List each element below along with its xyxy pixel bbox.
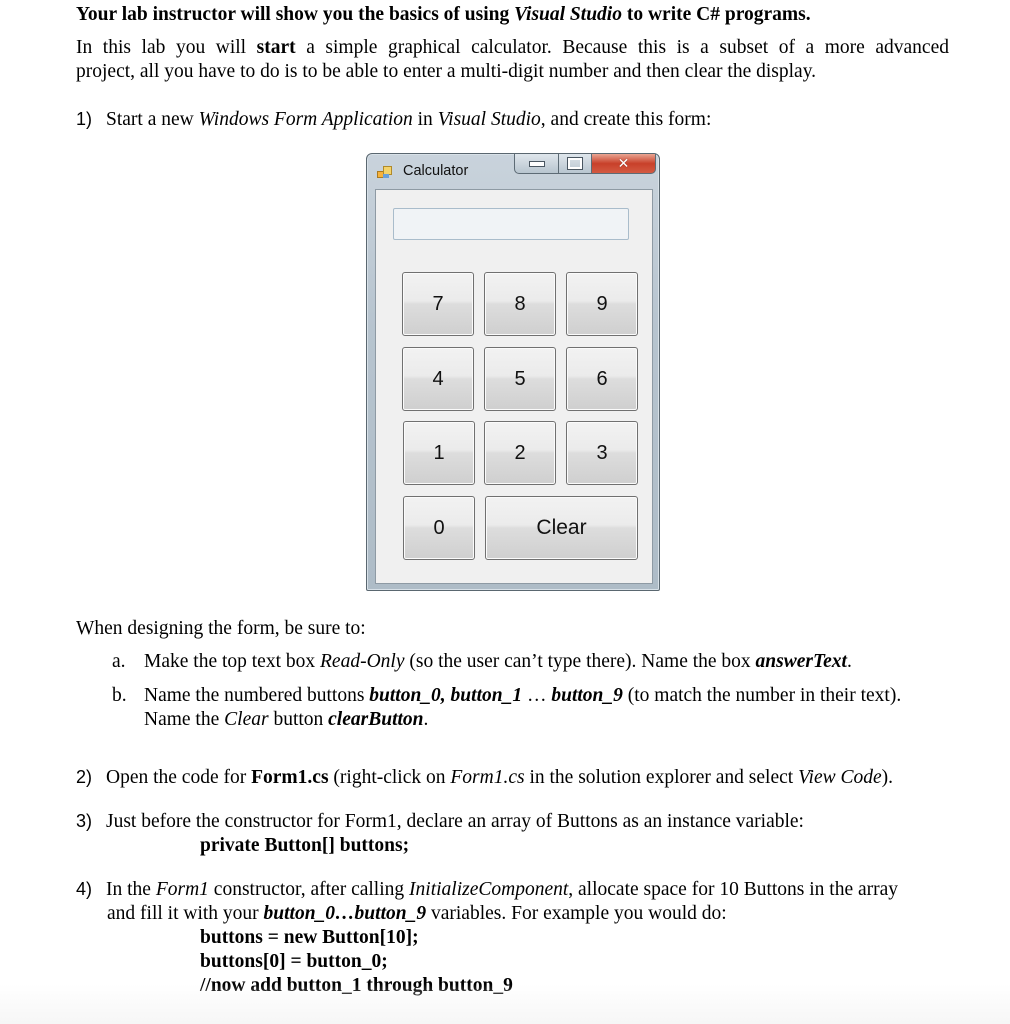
button-9[interactable]: 9 — [566, 272, 638, 336]
close-icon: ✕ — [617, 155, 630, 172]
step-1: 1) Start a new Windows Form Application i… — [76, 109, 712, 130]
page-bottom-shadow — [0, 984, 1010, 1024]
clear-button[interactable]: Clear — [485, 496, 638, 560]
maximize-button[interactable] — [559, 154, 592, 174]
instruction-b: b. Name the numbered buttons button_0, bu… — [112, 685, 902, 706]
instruction-b-line2: Name the Clear button clearButton. — [144, 709, 429, 730]
button-0[interactable]: 0 — [403, 496, 475, 560]
close-button[interactable]: ✕ — [592, 154, 656, 174]
designing-instructions: When designing the form, be sure to: — [76, 618, 366, 639]
instruction-a: a. Make the top text box Read-Only (so th… — [112, 651, 852, 672]
maximize-icon — [567, 157, 583, 170]
code-line: buttons = new Button[10]; — [200, 927, 419, 948]
button-5[interactable]: 5 — [484, 347, 556, 411]
button-6[interactable]: 6 — [566, 347, 638, 411]
step-3: 3) Just before the constructor for Form1,… — [76, 811, 804, 832]
window-title: Calculator — [403, 163, 469, 179]
form-client-area: 7 8 9 4 5 6 1 2 3 0 Clear — [375, 189, 653, 584]
intro-paragraph: In this lab you will start a simple grap… — [76, 37, 949, 82]
code-line: buttons[0] = button_0; — [200, 951, 388, 972]
button-1[interactable]: 1 — [403, 421, 475, 485]
button-4[interactable]: 4 — [402, 347, 474, 411]
answer-text-box[interactable] — [393, 208, 629, 240]
button-8[interactable]: 8 — [484, 272, 556, 336]
step-2: 2) Open the code for Form1.cs (right-clic… — [76, 767, 894, 788]
title-bar[interactable]: Calculator ✕ — [367, 154, 659, 188]
document-heading: Your lab instructor will show you the ba… — [76, 4, 811, 25]
minimize-button[interactable] — [514, 154, 559, 174]
calculator-window: Calculator ✕ 7 8 9 4 5 6 1 2 3 0 Clear — [366, 153, 660, 591]
form-app-icon — [377, 166, 392, 178]
minimize-icon — [528, 160, 545, 167]
step-4-line2: and fill it with your button_0…button_9 … — [107, 903, 727, 924]
code-declaration: private Button[] buttons; — [200, 835, 410, 856]
button-2[interactable]: 2 — [484, 421, 556, 485]
step-4: 4) In the Form1 constructor, after callin… — [76, 879, 899, 900]
window-controls: ✕ — [514, 154, 656, 174]
button-7[interactable]: 7 — [402, 272, 474, 336]
button-3[interactable]: 3 — [566, 421, 638, 485]
